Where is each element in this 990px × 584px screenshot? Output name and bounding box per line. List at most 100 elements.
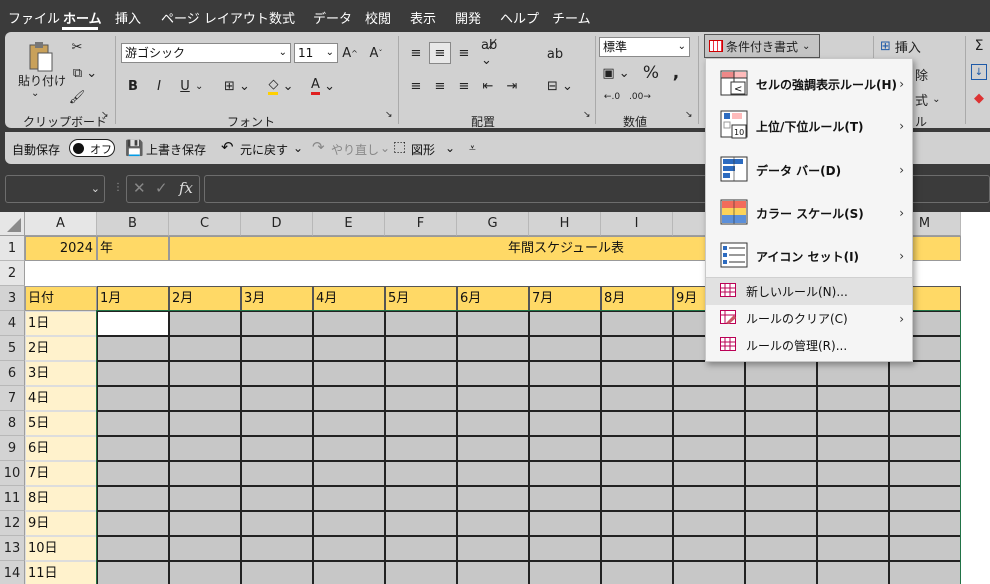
tab-review[interactable]: 校閲 [365,8,391,27]
grid-cell[interactable] [745,511,817,536]
grid-cell[interactable] [241,336,313,361]
delete-cells-button[interactable]: 除 [915,65,928,84]
menu-item-new-rule[interactable]: 新しいルール(N)... [706,278,912,305]
month-header-cell[interactable]: 8月 [601,286,673,311]
increase-indent-icon[interactable]: ⇥ [503,77,521,95]
day-label-cell[interactable]: 4日 [25,386,97,411]
grid-cell[interactable] [889,561,961,584]
grid-cell[interactable] [97,411,169,436]
row-header-13[interactable]: 13 [0,536,25,561]
menu-item-data-bars[interactable]: データ バー(D) › [706,149,912,191]
align-right-icon[interactable]: ≡ [455,77,473,95]
fill-down-icon[interactable]: ↓ [971,64,987,80]
grid-cell[interactable] [817,386,889,411]
grid-cell[interactable] [889,486,961,511]
grid-cell[interactable] [745,536,817,561]
undo-dropdown-icon[interactable]: ⌄ [293,141,303,155]
grid-cell[interactable] [745,486,817,511]
day-label-cell[interactable]: 3日 [25,361,97,386]
grid-cell[interactable] [673,536,745,561]
grid-cell[interactable] [529,311,601,336]
grid-cell[interactable] [313,461,385,486]
grid-cell[interactable] [601,436,673,461]
grid-cell[interactable] [97,436,169,461]
menu-item-manage-rules[interactable]: ルールの管理(R)... [706,332,912,359]
grid-cell[interactable] [313,311,385,336]
month-header-cell[interactable]: 2月 [169,286,241,311]
paste-dropdown-icon[interactable]: ⌄ [31,88,39,99]
grid-cell[interactable] [97,361,169,386]
grid-cell[interactable] [673,361,745,386]
grid-cell[interactable] [529,336,601,361]
grid-cell[interactable] [889,411,961,436]
cut-icon[interactable]: ✂ [68,38,86,56]
grid-cell[interactable] [601,561,673,584]
grid-cell[interactable] [241,486,313,511]
undo-icon[interactable]: ↶ [221,138,234,156]
copy-icon[interactable]: ⧉ ⌄ [68,64,102,82]
align-bottom-icon[interactable]: ≡ [455,44,473,62]
grid-cell[interactable] [457,561,529,584]
month-header-cell[interactable]: 4月 [313,286,385,311]
row-header-5[interactable]: 5 [0,336,25,361]
day-label-cell[interactable]: 8日 [25,486,97,511]
grid-cell[interactable] [817,561,889,584]
grid-cell[interactable] [745,361,817,386]
grid-cell[interactable] [457,511,529,536]
grid-cell[interactable] [97,536,169,561]
grid-cell[interactable] [889,361,961,386]
grid-cell[interactable] [529,436,601,461]
align-top-icon[interactable]: ≡ [407,44,425,62]
grid-cell[interactable] [313,336,385,361]
enter-icon[interactable]: ✓ [155,179,168,197]
increase-decimal-icon[interactable]: ←.0 [601,88,623,106]
grid-cell[interactable] [97,561,169,584]
italic-button[interactable]: I [151,77,167,95]
grid-cell[interactable] [385,361,457,386]
grid-cell[interactable] [385,386,457,411]
month-header-cell[interactable]: 7月 [529,286,601,311]
grid-cell[interactable] [889,536,961,561]
grid-cell[interactable] [529,511,601,536]
grid-cell[interactable] [169,336,241,361]
grid-cell[interactable] [601,486,673,511]
month-header-cell[interactable]: 3月 [241,286,313,311]
grid-cell[interactable] [169,461,241,486]
row-header-3[interactable]: 3 [0,286,25,311]
grid-cell[interactable] [241,361,313,386]
row-header-8[interactable]: 8 [0,411,25,436]
grid-cell[interactable] [241,461,313,486]
redo-button[interactable]: やり直し [331,141,379,158]
grid-cell[interactable] [385,461,457,486]
grid-cell[interactable] [601,361,673,386]
alignment-launcher-icon[interactable]: ↘ [583,110,591,120]
day-label-cell[interactable]: 9日 [25,511,97,536]
chevron-down-icon[interactable]: ⌄ [91,182,100,195]
grid-cell[interactable] [529,561,601,584]
grid-cell[interactable] [601,536,673,561]
grid-cell[interactable] [457,436,529,461]
grid-cell[interactable] [241,311,313,336]
grid-cell[interactable] [169,386,241,411]
grid-cell[interactable] [817,461,889,486]
bold-button[interactable]: B [125,77,141,95]
format-painter-icon[interactable]: 🖌 [68,88,86,106]
grid-cell[interactable] [601,386,673,411]
align-left-icon[interactable]: ≡ [407,77,425,95]
grid-cell[interactable] [241,561,313,584]
shapes-dropdown-icon[interactable]: ⌄ [445,141,455,155]
row-header-1[interactable]: 1 [0,236,25,261]
column-header-b[interactable]: B [97,212,169,236]
grid-cell[interactable] [385,511,457,536]
grid-cell[interactable] [673,411,745,436]
row-header-4[interactable]: 4 [0,311,25,336]
row-header-11[interactable]: 11 [0,486,25,511]
shapes-button[interactable]: 図形 [411,141,435,158]
grid-cell[interactable] [673,511,745,536]
clear-eraser-icon[interactable]: ◆ [971,90,987,106]
grid-cell[interactable] [529,386,601,411]
number-format-field[interactable]: 標準 ⌄ [599,37,690,57]
grid-cell[interactable] [313,361,385,386]
grid-cell[interactable] [385,561,457,584]
redo-dropdown-icon[interactable]: ⌄ [380,141,390,155]
